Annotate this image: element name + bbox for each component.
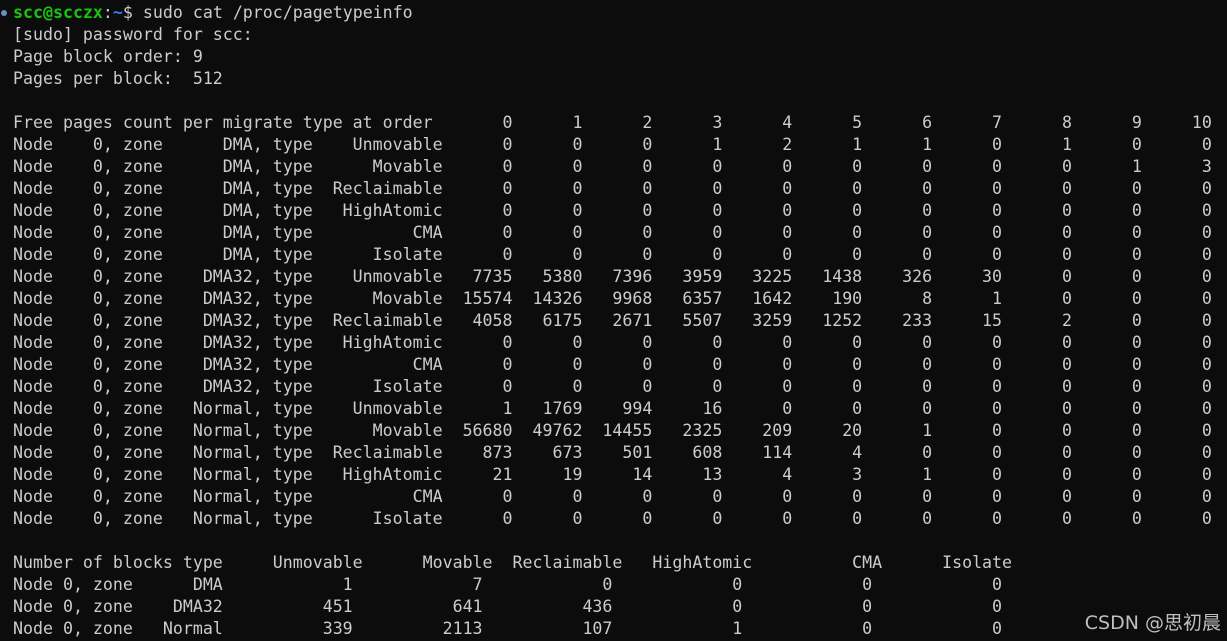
output-line: Node 0, zone DMA32, type Movable 15574 1… xyxy=(13,289,1212,308)
output-line: Pages per block: 512 xyxy=(13,69,223,88)
output-line: [sudo] password for scc: xyxy=(13,25,253,44)
output-line: Node 0, zone Normal, type Movable 56680 … xyxy=(13,421,1212,440)
output-line: Node 0, zone DMA 1 7 0 0 0 0 xyxy=(13,575,1003,594)
output-line: Node 0, zone Normal, type HighAtomic 21 … xyxy=(13,465,1212,484)
prompt-command: sudo cat /proc/pagetypeinfo xyxy=(142,3,413,22)
output-line: Node 0, zone DMA32, type Unmovable 7735 … xyxy=(13,267,1212,286)
output-line: Node 0, zone Normal, type Reclaimable 87… xyxy=(13,443,1212,462)
output-line: Node 0, zone Normal, type Unmovable 1 17… xyxy=(13,399,1212,418)
terminal-output: scc@scczx:~$ sudo cat /proc/pagetypeinfo… xyxy=(13,2,1212,640)
prompt-cwd: ~ xyxy=(112,3,123,22)
output-line: Node 0, zone DMA, type Isolate 0 0 0 0 0… xyxy=(13,245,1212,264)
output-line: Node 0, zone DMA32, type Isolate 0 0 0 0… xyxy=(13,377,1212,396)
output-line: Node 0, zone Normal 339 2113 107 1 0 0 xyxy=(13,619,1003,638)
terminal-window[interactable]: scc@scczx:~$ sudo cat /proc/pagetypeinfo… xyxy=(0,0,1227,641)
command-output: [sudo] password for scc: Page block order… xyxy=(13,24,1212,640)
output-line: Node 0, zone Normal, type Isolate 0 0 0 … xyxy=(13,509,1212,528)
prompt-separator: : xyxy=(102,3,113,22)
output-line: Page block order: 9 xyxy=(13,47,203,66)
output-line: Node 0, zone DMA, type HighAtomic 0 0 0 … xyxy=(13,201,1212,220)
output-line: Node 0, zone DMA32, type Reclaimable 405… xyxy=(13,311,1212,330)
prompt-user-host: scc@scczx xyxy=(13,3,103,22)
prompt-symbol: $ xyxy=(122,3,143,22)
output-line: Node 0, zone Normal, type CMA 0 0 0 0 0 … xyxy=(13,487,1212,506)
prompt-line: scc@scczx:~$ sudo cat /proc/pagetypeinfo xyxy=(13,2,1212,24)
output-line: Node 0, zone DMA32, type HighAtomic 0 0 … xyxy=(13,333,1212,352)
output-line: Node 0, zone DMA, type Reclaimable 0 0 0… xyxy=(13,179,1212,198)
watermark: CSDN @思初晨 xyxy=(1084,612,1221,634)
output-line: Node 0, zone DMA32 451 641 436 0 0 0 xyxy=(13,597,1003,616)
output-line: Node 0, zone DMA, type Unmovable 0 0 0 1… xyxy=(13,135,1212,154)
prompt-marker-icon xyxy=(1,10,7,16)
output-line: Node 0, zone DMA, type CMA 0 0 0 0 0 0 0… xyxy=(13,223,1212,242)
output-line: Free pages count per migrate type at ord… xyxy=(13,113,1212,132)
output-line: Number of blocks type Unmovable Movable … xyxy=(13,553,1013,572)
output-line: Node 0, zone DMA, type Movable 0 0 0 0 0… xyxy=(13,157,1212,176)
output-line: Node 0, zone DMA32, type CMA 0 0 0 0 0 0… xyxy=(13,355,1212,374)
